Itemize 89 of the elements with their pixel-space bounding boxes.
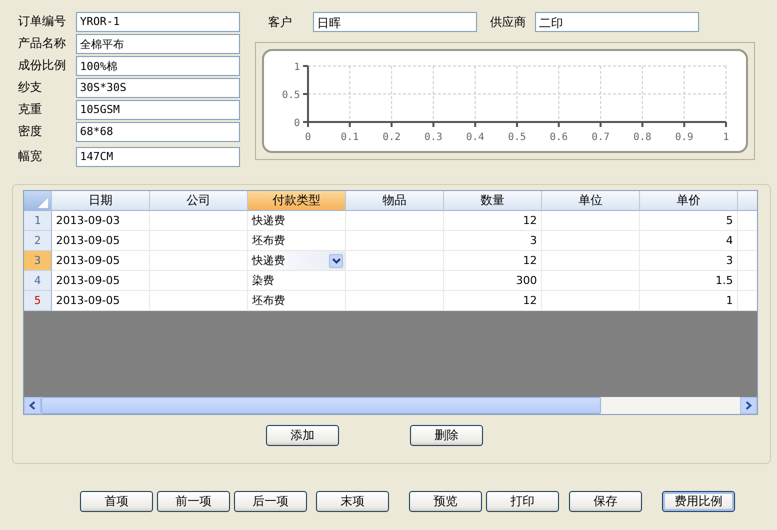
field-label: 纱支 [18, 79, 43, 96]
table-cell: 5 [640, 211, 738, 231]
nav-button[interactable]: 打印 [486, 491, 559, 512]
table-cell: 染费 [248, 271, 346, 291]
input-field[interactable]: 100%棉 [76, 56, 240, 76]
chevron-left-icon [29, 401, 36, 410]
chevron-down-icon [332, 258, 340, 264]
horizontal-scrollbar[interactable] [24, 397, 757, 414]
column-header [738, 191, 757, 211]
nav-button[interactable]: 预览 [409, 491, 482, 512]
x-tick-label: 1 [722, 132, 730, 143]
column-header[interactable]: 公司 [150, 191, 248, 211]
input-field[interactable]: 全棉平布 [76, 34, 240, 54]
x-tick-label: 0.8 [633, 132, 652, 143]
scroll-right-button[interactable] [740, 397, 757, 414]
field-label: 订单编号 [18, 13, 67, 30]
nav-button[interactable]: 末项 [316, 491, 389, 512]
input-field[interactable]: 30S*30S [76, 78, 240, 98]
table-cell [738, 291, 757, 311]
nav-button[interactable]: 后一项 [234, 491, 307, 512]
table-cell [738, 251, 757, 271]
chevron-right-icon [745, 401, 752, 410]
table-cell: 12 [444, 251, 542, 271]
x-tick-label: 0.2 [382, 132, 401, 143]
y-axis [303, 65, 309, 123]
table-cell: 300 [444, 271, 542, 291]
column-header[interactable]: 单位 [542, 191, 640, 211]
field-label: 供应商 [490, 14, 527, 30]
input-field[interactable]: YROR-1 [76, 12, 240, 32]
table-cell: 坯布费 [248, 231, 346, 251]
input-field[interactable]: 147CM [76, 146, 240, 166]
triangle-icon [38, 198, 48, 208]
nav-button[interactable]: 保存 [569, 491, 642, 512]
row-header[interactable]: 4 [24, 271, 52, 291]
field-label: 客户 [268, 14, 293, 30]
column-header[interactable]: 数量 [444, 191, 542, 211]
y-tick-label: 1 [294, 62, 300, 73]
table-cell: 3 [444, 231, 542, 251]
input-field[interactable]: 105GSM [76, 100, 240, 120]
y-tick-label: 0 [294, 118, 300, 129]
x-tick-label: 0 [304, 132, 312, 143]
table-cell: 2013-09-05 [52, 231, 150, 251]
field-label: 克重 [18, 101, 43, 118]
field-label: 成份比例 [18, 57, 67, 74]
table-cell: 2013-09-03 [52, 211, 150, 231]
x-tick-label: 0.9 [675, 132, 694, 143]
table-cell [738, 211, 757, 231]
action-button[interactable]: 删除 [410, 425, 483, 446]
x-tick-label: 0.7 [592, 132, 610, 143]
column-header[interactable]: 付款类型 [248, 191, 346, 211]
nav-button[interactable]: 费用比例 [662, 491, 735, 512]
nav-button[interactable]: 首项 [80, 491, 153, 512]
column-header[interactable]: 日期 [52, 191, 150, 211]
column-header[interactable]: 单价 [640, 191, 738, 211]
table-cell [738, 271, 757, 291]
table-cell: 2013-09-05 [52, 291, 150, 311]
x-tick-label: 0.6 [550, 132, 568, 143]
table-cell: 12 [444, 291, 542, 311]
x-tick-label: 0.1 [340, 132, 359, 143]
action-button[interactable]: 添加 [266, 425, 339, 446]
column-header[interactable]: 物品 [346, 191, 444, 211]
input-field[interactable]: 68*68 [76, 122, 240, 142]
field-label: 产品名称 [18, 35, 67, 52]
table-cell [738, 231, 757, 251]
input-field[interactable]: 日晖 [313, 12, 477, 32]
scroll-thumb[interactable] [41, 397, 601, 414]
scroll-left-button[interactable] [24, 397, 41, 414]
x-tick-label: 0.3 [424, 132, 442, 143]
nav-button[interactable]: 前一项 [157, 491, 230, 512]
field-label: 幅宽 [18, 148, 43, 165]
table-cell: 3 [640, 251, 738, 271]
dropdown-field[interactable]: 快递费 [248, 251, 346, 271]
table-cell: 2013-09-05 [52, 271, 150, 291]
x-tick-label: 0.5 [508, 132, 526, 143]
row-header[interactable]: 1 [24, 211, 52, 231]
table-cell: 1 [640, 291, 738, 311]
y-tick-label: 0.5 [282, 90, 300, 101]
row-header[interactable]: 2 [24, 231, 52, 251]
table-cell: 2013-09-05 [52, 251, 150, 271]
x-tick-label: 0.4 [466, 132, 484, 143]
input-field[interactable]: 二印 [535, 12, 699, 32]
field-label: 密度 [18, 123, 43, 140]
dropdown-button[interactable] [329, 254, 343, 268]
table-cell: 12 [444, 211, 542, 231]
table-cell: 4 [640, 231, 738, 251]
table-cell: 坯布费 [248, 291, 346, 311]
table-cell: 快递费 [248, 211, 346, 231]
row-header[interactable]: 5 [24, 291, 52, 311]
table-cell: 1.5 [640, 271, 738, 291]
